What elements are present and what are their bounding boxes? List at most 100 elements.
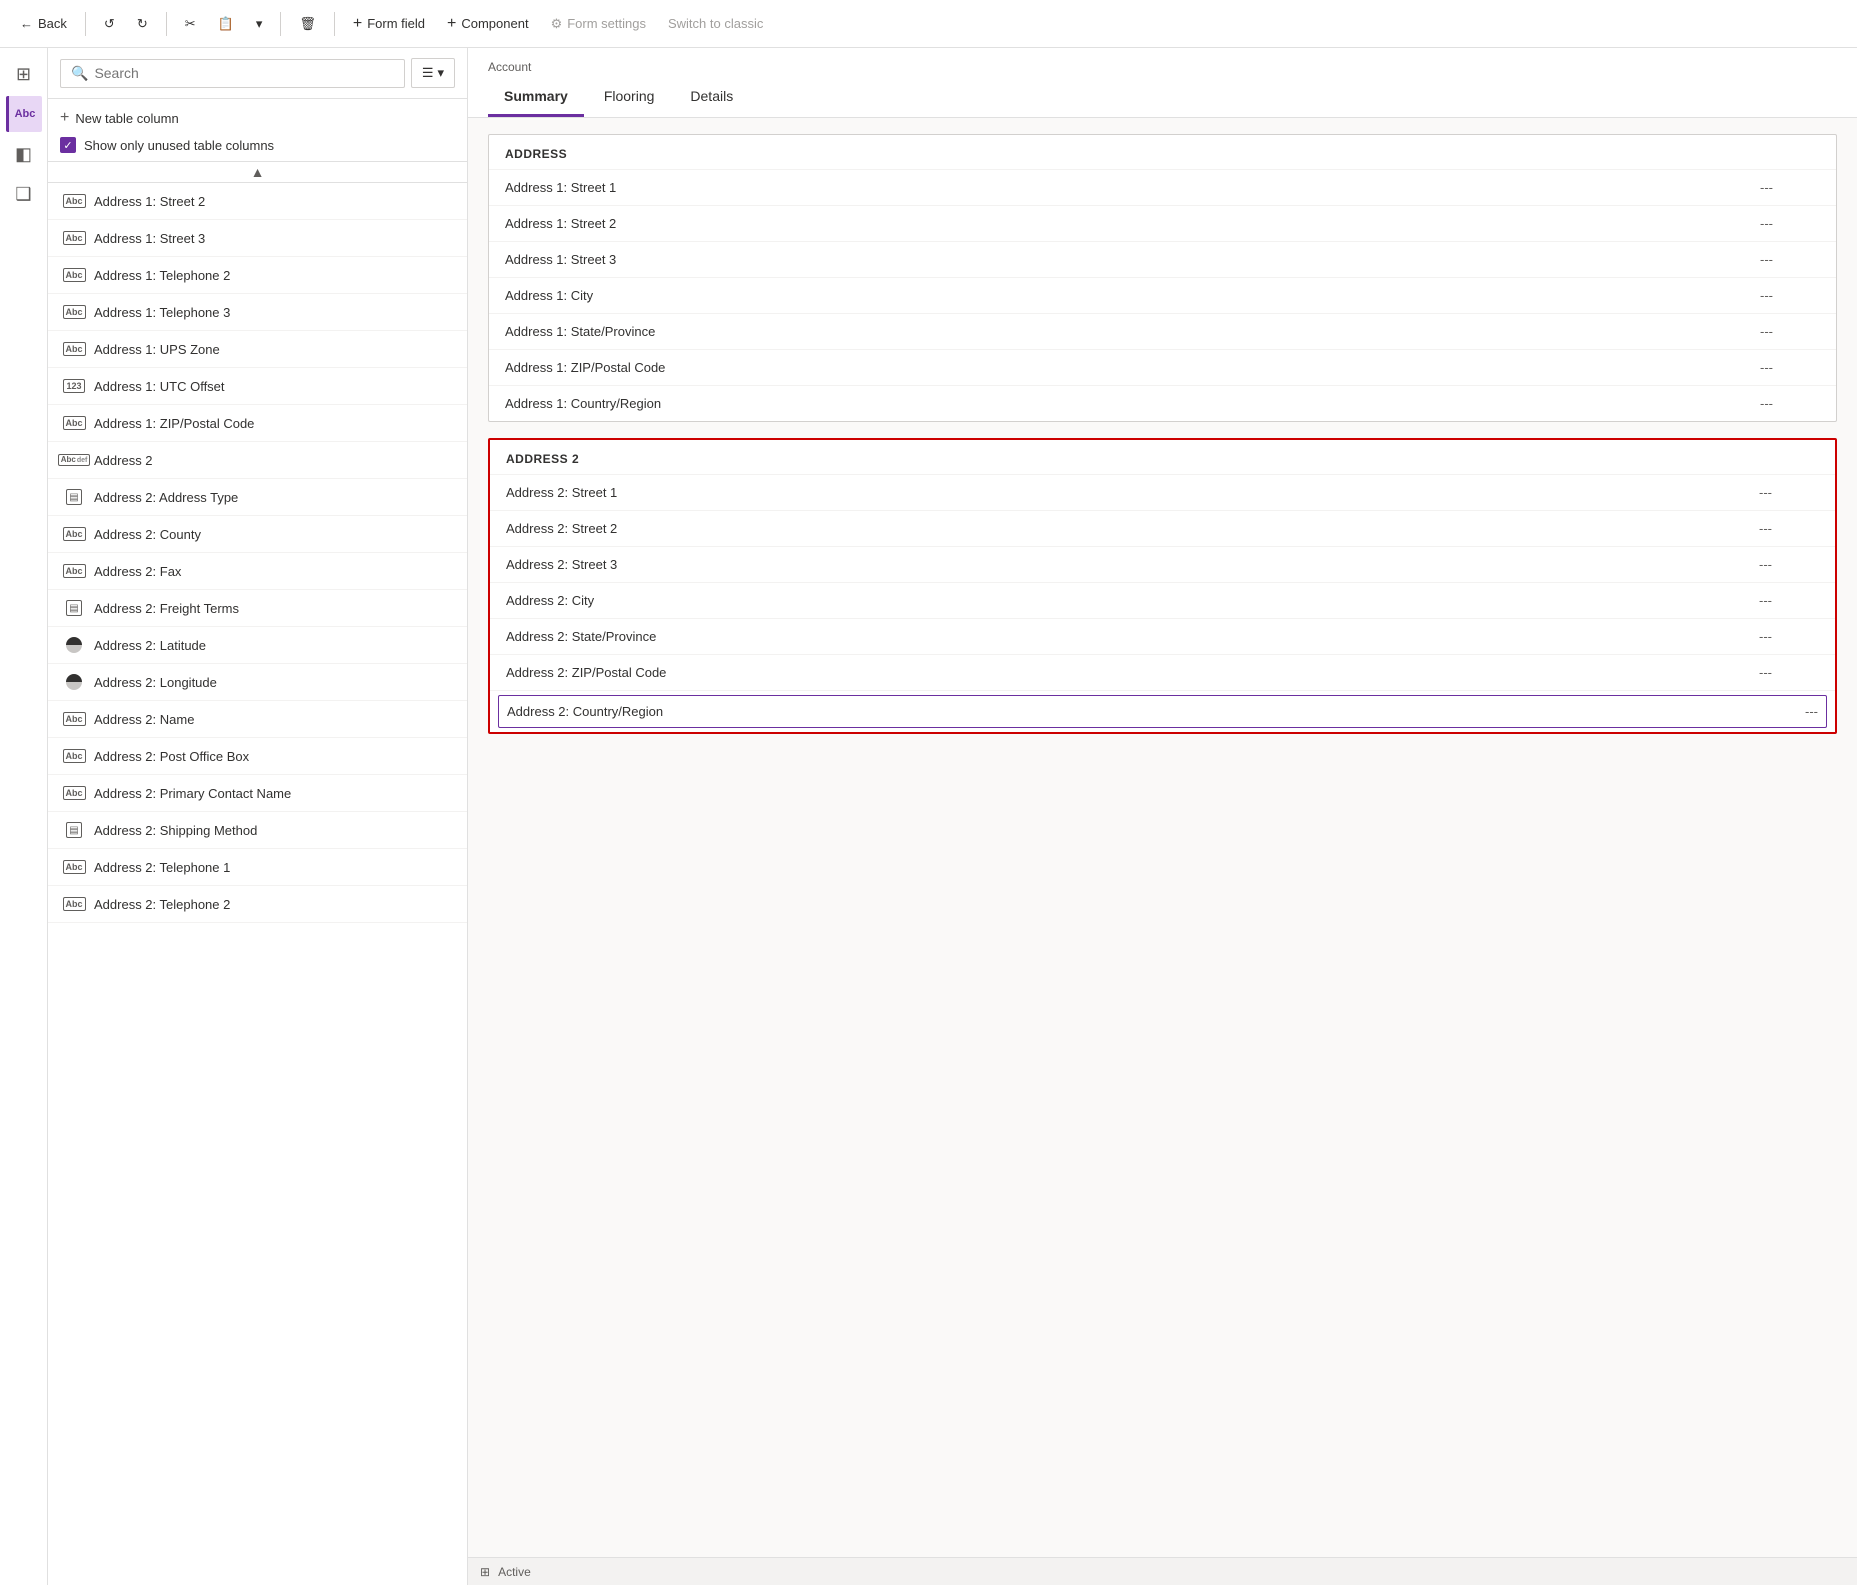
list-item[interactable]: Abc Address 1: Telephone 2 [48, 257, 467, 294]
field-row-value: --- [1760, 216, 1820, 231]
circle-field-icon [66, 674, 82, 690]
form-field-button[interactable]: + Form field [345, 11, 433, 37]
filter-button[interactable]: ☰ ▾ [411, 58, 455, 88]
list-item[interactable]: Abc Address 2: Fax [48, 553, 467, 590]
cut-button[interactable]: ✂ [177, 12, 204, 36]
field-type-icon: Abc [64, 302, 84, 322]
circle-field-icon [66, 637, 82, 653]
field-row-label: Address 1: ZIP/Postal Code [505, 360, 1760, 375]
form-section-1[interactable]: ADDRESS 2 Address 2: Street 1 --- Addres… [488, 438, 1837, 734]
scroll-up-arrow-icon[interactable]: ▲ [251, 164, 265, 180]
list-item[interactable]: Abc Address 1: Street 2 [48, 183, 467, 220]
field-row-label: Address 2: ZIP/Postal Code [506, 665, 1759, 680]
list-item[interactable]: 123 Address 1: UTC Offset [48, 368, 467, 405]
separator-4 [334, 12, 335, 36]
field-type-icon: Abc [64, 746, 84, 766]
field-type-icon [64, 672, 84, 692]
field-type-icon: Abc [64, 783, 84, 803]
list-item[interactable]: Abcdef Address 2 [48, 442, 467, 479]
sidebar-icon-fields[interactable]: Abc [6, 96, 42, 132]
form-row[interactable]: Address 2: Street 1 --- [490, 474, 1835, 510]
field-name-label: Address 2: Address Type [94, 490, 238, 505]
form-row[interactable]: Address 1: State/Province --- [489, 313, 1836, 349]
section-title: ADDRESS [489, 135, 1836, 169]
tab-flooring[interactable]: Flooring [588, 78, 671, 117]
form-row[interactable]: Address 2: Country/Region --- [490, 690, 1835, 732]
form-row[interactable]: Address 1: ZIP/Postal Code --- [489, 349, 1836, 385]
form-row[interactable]: Address 2: City --- [490, 582, 1835, 618]
delete-button[interactable]: 🗑 [291, 12, 324, 36]
component-button[interactable]: + Component [439, 11, 537, 37]
field-row-value: --- [1759, 665, 1819, 680]
list-item[interactable]: ▤ Address 2: Shipping Method [48, 812, 467, 849]
list-item[interactable]: Address 2: Latitude [48, 627, 467, 664]
field-type-icon: ▤ [64, 598, 84, 618]
field-row-label: Address 2: Street 1 [506, 485, 1759, 500]
field-type-icon: Abc [64, 709, 84, 729]
form-section-0[interactable]: ADDRESS Address 1: Street 1 --- Address … [488, 134, 1837, 422]
list-item[interactable]: Abc Address 2: County [48, 516, 467, 553]
list-item[interactable]: Address 2: Longitude [48, 664, 467, 701]
field-name-label: Address 1: Telephone 3 [94, 305, 230, 320]
separator-3 [280, 12, 281, 36]
text-field-icon: Abc [63, 860, 86, 874]
undo-button[interactable]: ↺ [96, 12, 123, 36]
sidebar-icon-layers[interactable]: ◧ [6, 136, 42, 172]
back-button[interactable]: ← Back [12, 12, 75, 35]
form-row[interactable]: Address 1: Country/Region --- [489, 385, 1836, 421]
form-row[interactable]: Address 1: City --- [489, 277, 1836, 313]
field-name-label: Address 1: Street 3 [94, 231, 205, 246]
list-item[interactable]: Abc Address 1: Telephone 3 [48, 294, 467, 331]
field-name-label: Address 2: Longitude [94, 675, 217, 690]
list-item[interactable]: ▤ Address 2: Freight Terms [48, 590, 467, 627]
list-item[interactable]: Abc Address 2: Telephone 1 [48, 849, 467, 886]
list-item[interactable]: ▤ Address 2: Address Type [48, 479, 467, 516]
field-row-label: Address 1: City [505, 288, 1760, 303]
field-type-icon: Abc [64, 857, 84, 877]
list-item[interactable]: Abc Address 2: Name [48, 701, 467, 738]
list-item[interactable]: Abc Address 2: Telephone 2 [48, 886, 467, 923]
show-unused-checkbox[interactable] [60, 137, 76, 153]
sidebar-icon-dashboard[interactable]: ⊞ [6, 56, 42, 92]
search-input[interactable] [94, 65, 393, 81]
redo-icon: ↻ [137, 16, 148, 32]
form-field-label: Form field [367, 16, 425, 31]
field-name-label: Address 2: Primary Contact Name [94, 786, 291, 801]
tab-summary[interactable]: Summary [488, 78, 584, 117]
text-field-icon: Abc [63, 897, 86, 911]
form-row[interactable]: Address 1: Street 2 --- [489, 205, 1836, 241]
text-field-icon: Abc [63, 231, 86, 245]
form-row[interactable]: Address 1: Street 1 --- [489, 169, 1836, 205]
list-item[interactable]: Abc Address 1: UPS Zone [48, 331, 467, 368]
paste-button[interactable]: 📋 [210, 12, 242, 36]
form-row[interactable]: Address 2: State/Province --- [490, 618, 1835, 654]
form-settings-button[interactable]: ⚙ Form settings [543, 12, 654, 36]
list-item[interactable]: Abc Address 2: Post Office Box [48, 738, 467, 775]
field-row-label: Address 2: State/Province [506, 629, 1759, 644]
form-row[interactable]: Address 2: Street 2 --- [490, 510, 1835, 546]
dropdown-button[interactable]: ▾ [248, 12, 271, 36]
panel-actions: + New table column Show only unused tabl… [48, 99, 467, 162]
form-row[interactable]: Address 2: ZIP/Postal Code --- [490, 654, 1835, 690]
selected-field-row[interactable]: Address 2: Country/Region --- [498, 695, 1827, 728]
form-settings-icon: ⚙ [551, 16, 563, 32]
sidebar-icon-components[interactable]: ❑ [6, 176, 42, 212]
field-row-value: --- [1759, 629, 1819, 644]
form-row[interactable]: Address 2: Street 3 --- [490, 546, 1835, 582]
switch-to-classic-button[interactable]: Switch to classic [660, 12, 771, 35]
field-type-icon: Abc [64, 339, 84, 359]
list-item[interactable]: Abc Address 1: ZIP/Postal Code [48, 405, 467, 442]
redo-button[interactable]: ↻ [129, 12, 156, 36]
switch-to-classic-label: Switch to classic [668, 16, 763, 31]
show-unused-row[interactable]: Show only unused table columns [60, 137, 455, 153]
fields-list: ▲ Abc Address 1: Street 2 Abc Address 1:… [48, 162, 467, 1585]
tab-details[interactable]: Details [674, 78, 749, 117]
separator-1 [85, 12, 86, 36]
new-column-button[interactable]: + New table column [60, 107, 455, 129]
show-unused-label: Show only unused table columns [84, 138, 274, 153]
form-header: Account SummaryFlooringDetails [468, 48, 1857, 118]
list-item[interactable]: Abc Address 1: Street 3 [48, 220, 467, 257]
list-item[interactable]: Abc Address 2: Primary Contact Name [48, 775, 467, 812]
undo-icon: ↺ [104, 16, 115, 32]
form-row[interactable]: Address 1: Street 3 --- [489, 241, 1836, 277]
